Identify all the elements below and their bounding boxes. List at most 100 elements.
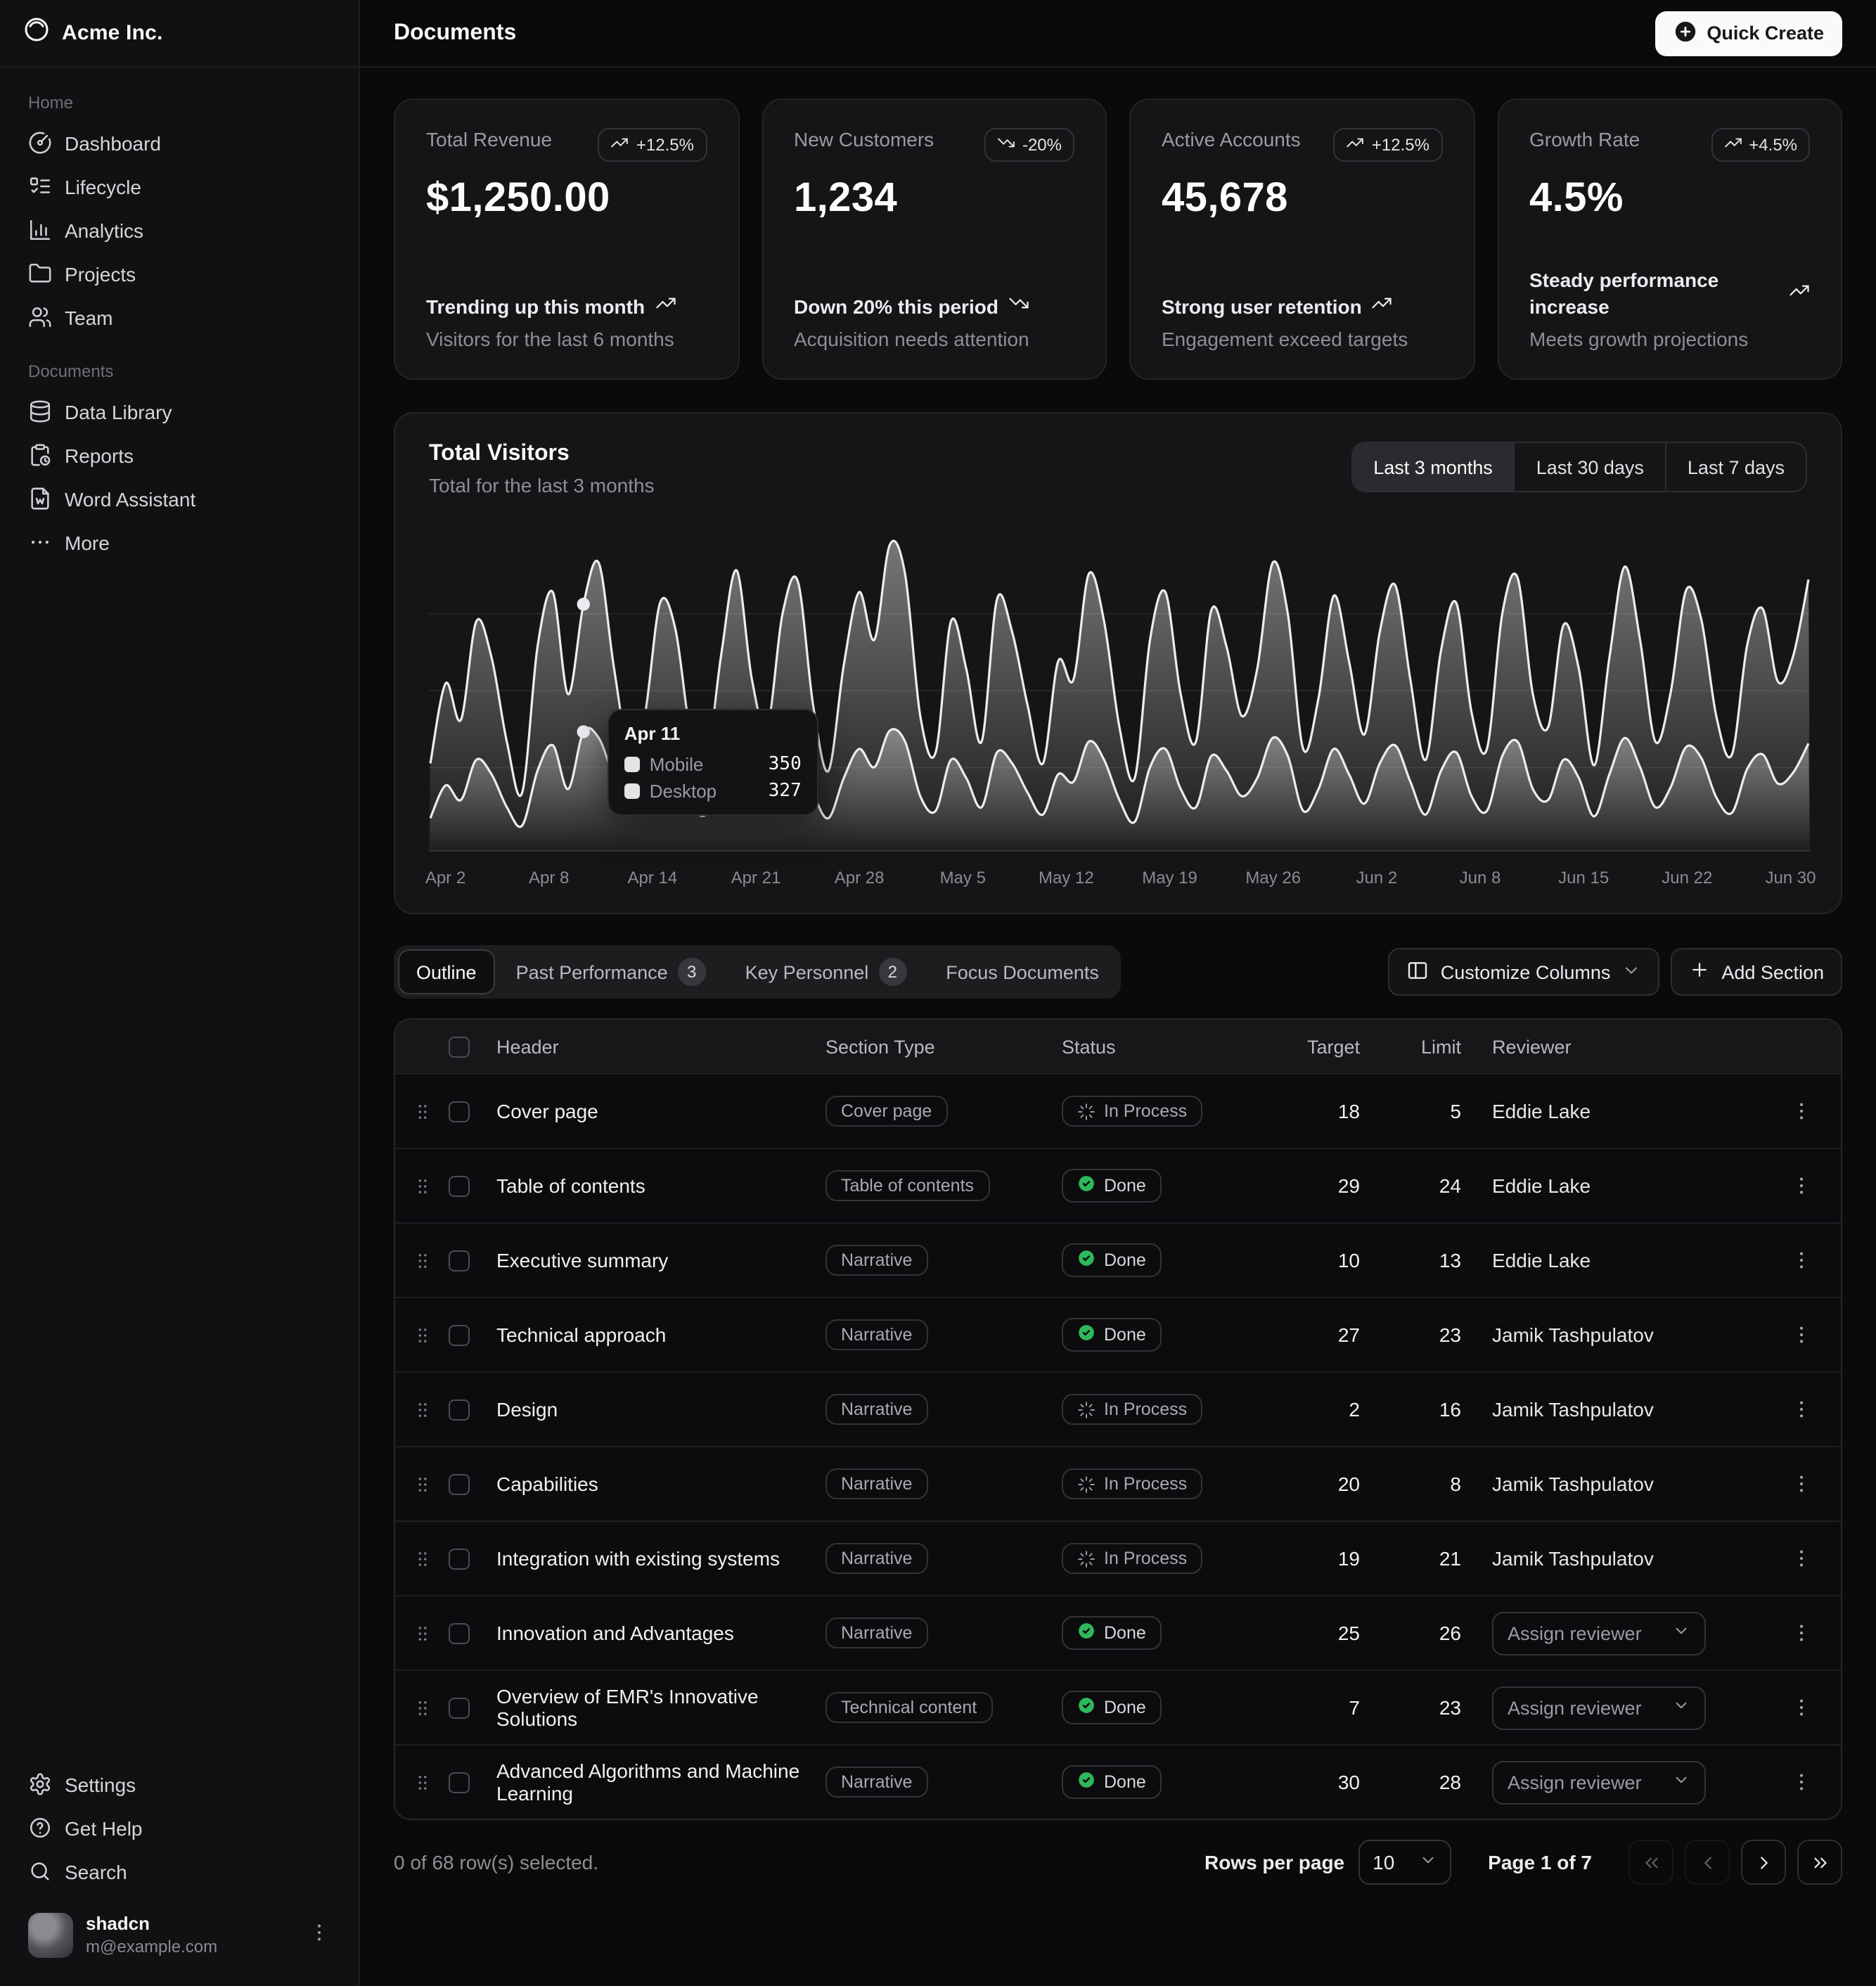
row-header[interactable]: Table of contents xyxy=(496,1174,825,1197)
row-header[interactable]: Technical approach xyxy=(496,1324,825,1346)
reviewer-name: Jamik Tashpulatov xyxy=(1492,1547,1654,1570)
tab-key-personnel[interactable]: Key Personnel2 xyxy=(727,949,925,994)
row-header[interactable]: Innovation and Advantages xyxy=(496,1622,825,1644)
target-value[interactable]: 10 xyxy=(1273,1249,1391,1271)
limit-value[interactable]: 24 xyxy=(1391,1174,1492,1197)
row-checkbox[interactable] xyxy=(449,1773,470,1794)
row-header[interactable]: Executive summary xyxy=(496,1249,825,1271)
target-value[interactable]: 18 xyxy=(1273,1100,1391,1122)
sidebar-item-search[interactable]: Search xyxy=(17,1850,342,1893)
target-value[interactable]: 30 xyxy=(1273,1771,1391,1793)
sidebar-item-dashboard[interactable]: Dashboard xyxy=(17,121,342,165)
limit-value[interactable]: 8 xyxy=(1391,1473,1492,1495)
selection-note: 0 of 68 row(s) selected. xyxy=(394,1851,598,1873)
assign-reviewer-select[interactable]: Assign reviewer xyxy=(1492,1760,1706,1804)
sidebar-item-more[interactable]: More xyxy=(17,520,342,564)
row-checkbox[interactable] xyxy=(449,1251,470,1272)
chevrons-left-button[interactable] xyxy=(1628,1840,1673,1885)
drag-handle[interactable] xyxy=(412,1772,449,1793)
drag-handle[interactable] xyxy=(412,1622,449,1644)
customize-columns-button[interactable]: Customize Columns xyxy=(1389,948,1660,996)
row-header[interactable]: Cover page xyxy=(496,1100,825,1122)
loader-icon xyxy=(1077,1400,1096,1418)
sidebar-item-get-help[interactable]: Get Help xyxy=(17,1806,342,1850)
drag-handle[interactable] xyxy=(412,1697,449,1718)
target-value[interactable]: 29 xyxy=(1273,1174,1391,1197)
sidebar-item-reports[interactable]: Reports xyxy=(17,433,342,477)
sidebar-item-settings[interactable]: Settings xyxy=(17,1762,342,1806)
range-last-3-months[interactable]: Last 3 months xyxy=(1352,443,1514,491)
range-last-7-days[interactable]: Last 7 days xyxy=(1665,443,1806,491)
sidebar-header[interactable]: Acme Inc. xyxy=(0,0,359,68)
assign-reviewer-select[interactable]: Assign reviewer xyxy=(1492,1611,1706,1655)
row-menu-button[interactable] xyxy=(1790,1547,1813,1570)
row-checkbox[interactable] xyxy=(449,1177,470,1198)
target-value[interactable]: 19 xyxy=(1273,1547,1391,1570)
sidebar-item-team[interactable]: Team xyxy=(17,295,342,339)
assign-reviewer-select[interactable]: Assign reviewer xyxy=(1492,1686,1706,1729)
select-all-checkbox[interactable] xyxy=(449,1037,470,1058)
limit-value[interactable]: 26 xyxy=(1391,1622,1492,1644)
range-last-30-days[interactable]: Last 30 days xyxy=(1514,443,1665,491)
row-checkbox[interactable] xyxy=(449,1549,470,1570)
row-header[interactable]: Overview of EMR's Innovative Solutions xyxy=(496,1685,825,1730)
row-menu-button[interactable] xyxy=(1790,1771,1813,1793)
drag-handle[interactable] xyxy=(412,1250,449,1271)
limit-value[interactable]: 5 xyxy=(1391,1100,1492,1122)
row-checkbox[interactable] xyxy=(449,1326,470,1347)
drag-handle[interactable] xyxy=(412,1101,449,1122)
row-header[interactable]: Advanced Algorithms and Machine Learning xyxy=(496,1760,825,1805)
row-menu-button[interactable] xyxy=(1790,1622,1813,1644)
row-checkbox[interactable] xyxy=(449,1475,470,1496)
tab-past-performance[interactable]: Past Performance3 xyxy=(498,949,724,994)
limit-value[interactable]: 16 xyxy=(1391,1398,1492,1421)
row-header[interactable]: Integration with existing systems xyxy=(496,1547,825,1570)
sidebar-item-data-library[interactable]: Data Library xyxy=(17,390,342,433)
drag-handle[interactable] xyxy=(412,1324,449,1345)
sidebar-item-projects[interactable]: Projects xyxy=(17,252,342,295)
limit-value[interactable]: 28 xyxy=(1391,1771,1492,1793)
chevron-left-button[interactable] xyxy=(1685,1840,1730,1885)
tab-focus-documents[interactable]: Focus Documents xyxy=(927,949,1117,994)
chevron-right-button[interactable] xyxy=(1741,1840,1786,1885)
row-checkbox[interactable] xyxy=(449,1102,470,1123)
row-header[interactable]: Design xyxy=(496,1398,825,1421)
row-checkbox[interactable] xyxy=(449,1698,470,1719)
reviewer-name: Eddie Lake xyxy=(1492,1174,1591,1197)
sidebar-item-analytics[interactable]: Analytics xyxy=(17,208,342,252)
section-type-badge: Cover page xyxy=(825,1096,947,1127)
row-menu-button[interactable] xyxy=(1790,1249,1813,1271)
row-menu-button[interactable] xyxy=(1790,1324,1813,1346)
drag-handle[interactable] xyxy=(412,1548,449,1569)
limit-value[interactable]: 23 xyxy=(1391,1696,1492,1719)
row-menu-button[interactable] xyxy=(1790,1398,1813,1421)
target-value[interactable]: 2 xyxy=(1273,1398,1391,1421)
row-header[interactable]: Capabilities xyxy=(496,1473,825,1495)
drag-handle[interactable] xyxy=(412,1175,449,1196)
chevron-down-icon xyxy=(1621,960,1641,984)
drag-handle[interactable] xyxy=(412,1473,449,1494)
target-value[interactable]: 25 xyxy=(1273,1622,1391,1644)
sidebar-item-word-assistant[interactable]: Word Assistant xyxy=(17,477,342,520)
limit-value[interactable]: 23 xyxy=(1391,1324,1492,1346)
row-checkbox[interactable] xyxy=(449,1400,470,1421)
chevrons-right-button[interactable] xyxy=(1797,1840,1842,1885)
target-value[interactable]: 7 xyxy=(1273,1696,1391,1719)
target-value[interactable]: 20 xyxy=(1273,1473,1391,1495)
target-value[interactable]: 27 xyxy=(1273,1324,1391,1346)
sidebar-item-lifecycle[interactable]: Lifecycle xyxy=(17,165,342,208)
row-menu-button[interactable] xyxy=(1790,1174,1813,1197)
add-section-button[interactable]: Add Section xyxy=(1671,948,1842,996)
user-menu[interactable]: shadcn m@example.com xyxy=(17,1902,342,1969)
limit-value[interactable]: 21 xyxy=(1391,1547,1492,1570)
chevron-down-icon xyxy=(1419,1851,1437,1873)
drag-handle[interactable] xyxy=(412,1399,449,1420)
rows-per-page-select[interactable]: 10 xyxy=(1358,1840,1451,1885)
quick-create-button[interactable]: Quick Create xyxy=(1655,11,1842,56)
row-menu-button[interactable] xyxy=(1790,1696,1813,1719)
tab-outline[interactable]: Outline xyxy=(398,949,495,994)
row-menu-button[interactable] xyxy=(1790,1473,1813,1495)
row-menu-button[interactable] xyxy=(1790,1100,1813,1122)
row-checkbox[interactable] xyxy=(449,1624,470,1645)
limit-value[interactable]: 13 xyxy=(1391,1249,1492,1271)
